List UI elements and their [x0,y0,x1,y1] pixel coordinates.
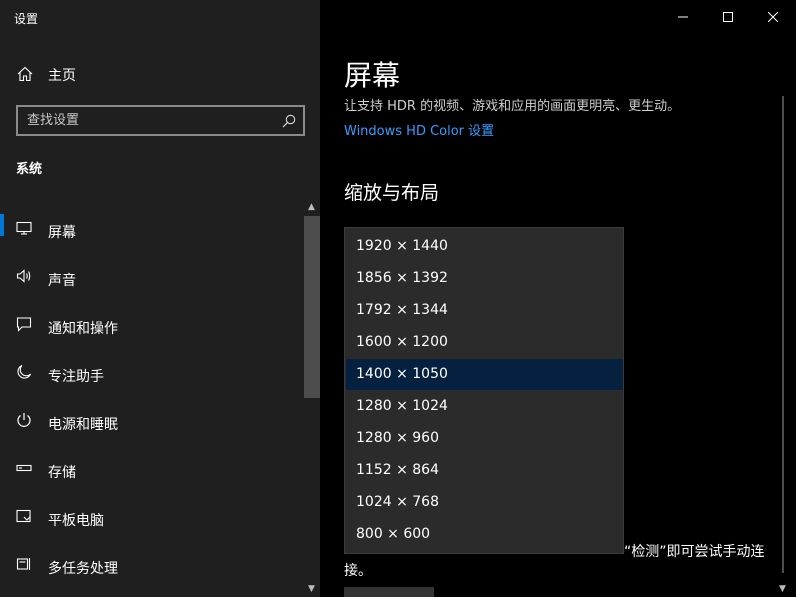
sidebar-item-label: 多任务处理 [48,561,118,577]
sidebar-item-focus-assist[interactable]: 专注助手 [0,352,304,400]
home-label: 主页 [48,68,76,84]
sidebar-item-label: 平板电脑 [48,513,104,529]
search-box[interactable] [16,105,305,136]
sidebar-item-label: 专注助手 [48,369,104,385]
sidebar-item-tablet[interactable]: 平板电脑 [0,496,304,544]
moon-icon [17,364,32,379]
sidebar: 设置 主页 系统 屏幕 声音 [0,0,320,597]
sidebar-item-label: 通知和操作 [48,321,118,337]
resolution-option[interactable]: 1856 × 1392 [346,263,623,294]
resolution-option[interactable]: 1792 × 1344 [346,295,623,326]
close-icon [768,12,778,22]
minimize-icon [678,16,688,18]
sidebar-nav: 屏幕 声音 通知和操作 专注助手 电源和睡眠 存储 平板电脑 多任务处理 [0,208,304,592]
message-icon [16,317,32,332]
maximize-button[interactable] [705,0,751,34]
scrollbar-track[interactable] [782,96,784,573]
tablet-icon [16,509,31,523]
close-button[interactable] [750,0,796,34]
resolution-option[interactable]: 1280 × 1024 [346,391,623,422]
sidebar-item-display[interactable]: 屏幕 [0,208,304,256]
resolution-option[interactable]: 800 × 600 [346,519,623,550]
resolution-option[interactable]: 1152 × 864 [346,455,623,486]
multitask-icon [16,558,31,570]
maximize-icon [723,12,733,22]
resolution-dropdown-list[interactable]: 1920 × 1440 1856 × 1392 1792 × 1344 1600… [344,227,624,554]
app-title: 设置 [14,12,39,26]
sidebar-item-storage[interactable]: 存储 [0,448,304,496]
detect-button[interactable] [344,587,434,597]
sidebar-item-label: 声音 [48,273,76,289]
sidebar-item-multitasking[interactable]: 多任务处理 [0,544,304,592]
sidebar-item-notifications[interactable]: 通知和操作 [0,304,304,352]
resolution-option-selected[interactable]: 1400 × 1050 [346,359,623,390]
content-scrollbar[interactable]: ▼ [779,96,792,597]
sidebar-item-label: 电源和睡眠 [48,417,118,433]
home-nav-item[interactable]: 主页 [0,58,320,90]
minimize-button[interactable] [660,0,706,34]
sidebar-item-label: 存储 [48,465,76,481]
home-icon [17,66,33,82]
section-label: 系统 [16,162,43,177]
resolution-option[interactable]: 1024 × 768 [346,487,623,518]
section-heading: 缩放与布局 [344,182,440,204]
search-input[interactable] [18,107,273,134]
sidebar-item-sound[interactable]: 声音 [0,256,304,304]
resolution-option[interactable]: 1600 × 1200 [346,327,623,358]
power-icon [17,413,31,427]
sidebar-item-power-sleep[interactable]: 电源和睡眠 [0,400,304,448]
page-title: 屏幕 [344,59,401,92]
scroll-down-icon[interactable]: ▼ [779,584,786,594]
resolution-option[interactable]: 1280 × 960 [346,423,623,454]
hdr-description: 让支持 HDR 的视频、游戏和应用的画面更明亮、更生动。 [344,99,681,114]
search-icon[interactable] [282,114,296,128]
scrollbar-thumb[interactable] [304,216,320,398]
speaker-icon [16,269,31,283]
storage-icon [16,464,32,472]
scroll-down-icon[interactable]: ▼ [308,584,315,594]
monitor-icon [16,221,32,235]
hdr-settings-link[interactable]: Windows HD Color 设置 [344,120,494,139]
sidebar-item-label: 屏幕 [48,225,76,241]
sidebar-scrollbar[interactable]: ▲ ▼ [304,200,320,597]
scroll-up-icon[interactable]: ▲ [308,202,315,212]
resolution-option[interactable]: 1920 × 1440 [346,231,623,262]
